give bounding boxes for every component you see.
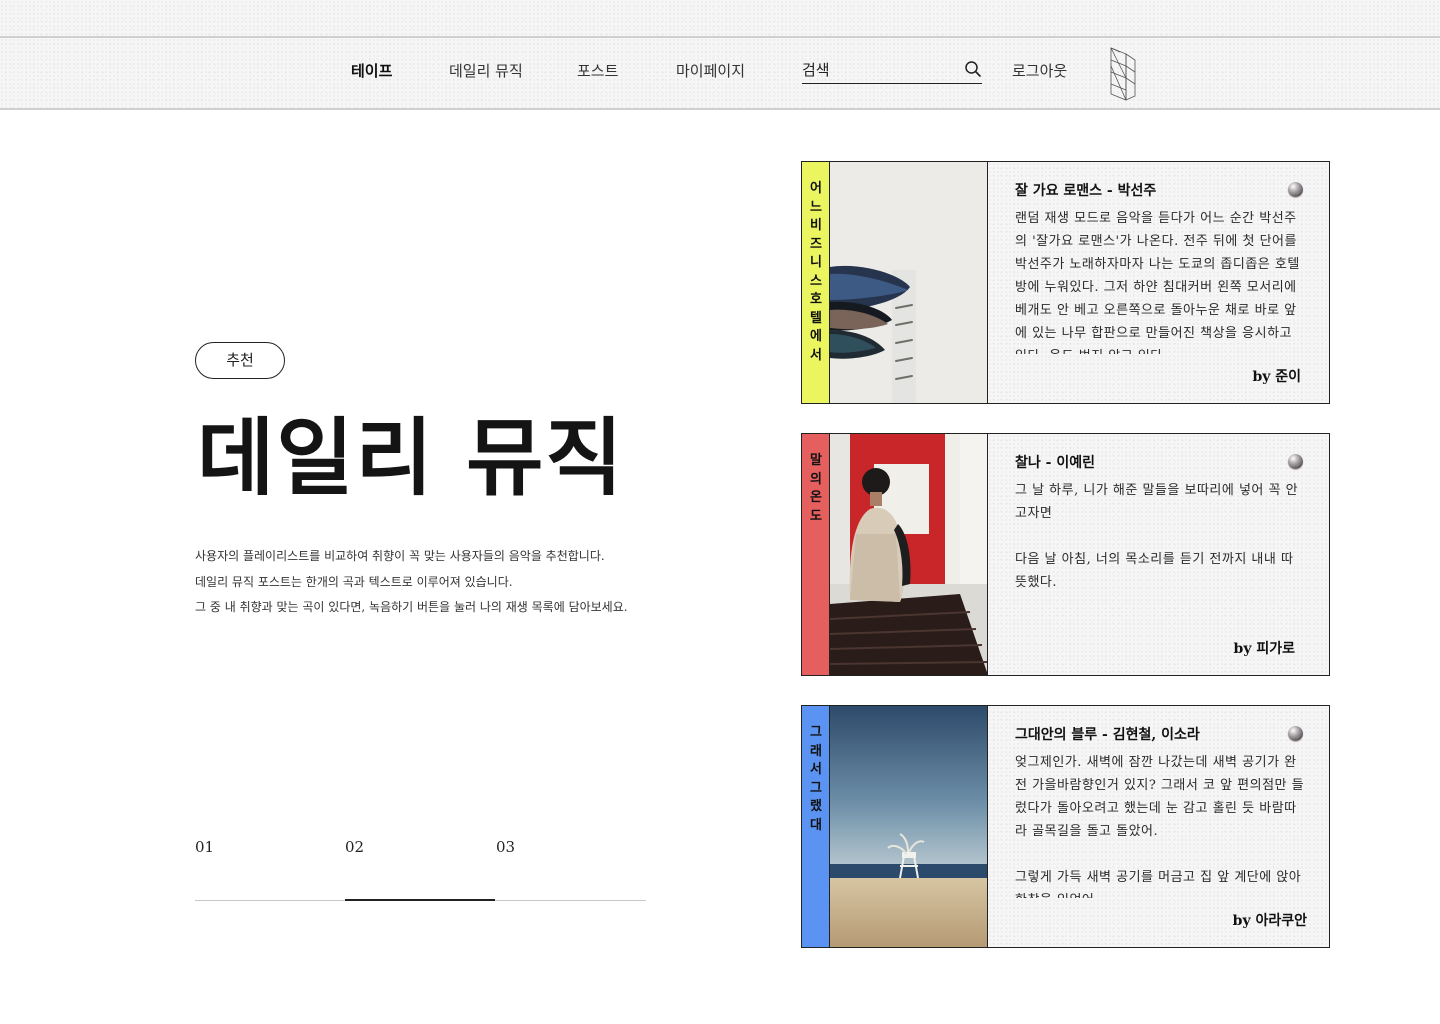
top-strip xyxy=(0,0,1440,36)
search-box xyxy=(802,58,982,84)
card-author: by 아라쿠안 xyxy=(1232,913,1307,929)
hero-description: 사용자의 플레이리스트를 비교하여 취향이 꼭 맞는 사용자들의 음악을 추천합… xyxy=(195,544,655,621)
card-side-label: 말의 온도 xyxy=(802,434,830,675)
search-input[interactable] xyxy=(802,58,952,82)
card-side-label: 어느 비즈니스 호텔에서 xyxy=(802,162,830,403)
play-button-icon[interactable] xyxy=(1288,182,1303,197)
play-button-icon[interactable] xyxy=(1288,726,1303,741)
song-title: 찰나 - 이예린 xyxy=(1015,455,1095,471)
search-icon[interactable] xyxy=(964,60,982,78)
slide-pager: 01 02 03 xyxy=(195,838,646,902)
music-card[interactable]: 말의 온도 찰나 - 이예린 그 날 하루, 니가 해준 말들을 보따리에 넣어… xyxy=(801,433,1330,676)
logout-link[interactable]: 로그아웃 xyxy=(1012,60,1067,81)
card-body: 그대안의 블루 - 김현철, 이소라 엊그제인가. 새벽에 잠깐 나갔는데 새벽… xyxy=(988,706,1329,947)
recommend-tag: 추천 xyxy=(195,342,285,379)
description-line: 그 중 내 취향과 맞는 곡이 있다면, 녹음하기 버튼을 눌러 나의 재생 목… xyxy=(195,600,628,614)
card-text: 그 날 하루, 니가 해준 말들을 보따리에 넣어 꼭 안고자면 다음 날 아침… xyxy=(1015,483,1299,590)
music-card[interactable]: 어느 비즈니스 호텔에서 잘 가요 로맨스 - 박선주 랜덤 재생 모드로 음악… xyxy=(801,161,1330,404)
logo-icon[interactable] xyxy=(1108,46,1138,102)
pager-item-03[interactable]: 03 xyxy=(496,838,515,856)
page-title: 데일리 뮤직 xyxy=(197,408,625,507)
card-side-title: 어느 비즈니스 호텔에서 xyxy=(810,181,827,363)
pager-item-01[interactable]: 01 xyxy=(195,838,214,856)
nav-item-tape[interactable]: 테이프 xyxy=(351,60,392,81)
pager-active-indicator xyxy=(345,899,495,901)
top-navigation: 테이프 데일리 뮤직 포스트 마이페이지 로그아웃 xyxy=(0,36,1440,110)
card-side-title: 말의 온도 xyxy=(810,453,827,524)
nav-item-mypage[interactable]: 마이페이지 xyxy=(676,60,745,81)
card-photo-coats xyxy=(830,162,988,403)
card-photo-beach xyxy=(830,706,988,947)
card-body: 잘 가요 로맨스 - 박선주 랜덤 재생 모드로 음악을 듣다가 어느 순간 박… xyxy=(988,162,1329,403)
song-title: 잘 가요 로맨스 - 박선주 xyxy=(1015,183,1157,199)
card-text: 엊그제인가. 새벽에 잠깐 나갔는데 새벽 공기가 완전 가을바람향인거 있지?… xyxy=(1015,755,1305,898)
card-text: 랜덤 재생 모드로 음악을 듣다가 어느 순간 박선주의 '잘가요 로맨스'가 … xyxy=(1015,211,1300,354)
card-author: by 준이 xyxy=(1252,369,1301,385)
description-line: 사용자의 플레이리스트를 비교하여 취향이 꼭 맞는 사용자들의 음악을 추천합… xyxy=(195,549,605,563)
song-title: 그대안의 블루 - 김현철, 이소라 xyxy=(1015,727,1200,743)
card-photo-woman-bench xyxy=(830,434,988,675)
card-side-label: 그래서 그랬대 xyxy=(802,706,830,947)
description-line: 데일리 뮤직 포스트는 한개의 곡과 텍스트로 이루어져 있습니다. xyxy=(195,574,513,589)
card-body: 찰나 - 이예린 그 날 하루, 니가 해준 말들을 보따리에 넣어 꼭 안고자… xyxy=(988,434,1329,675)
card-side-title: 그래서 그랬대 xyxy=(810,725,827,833)
card-author: by 피가로 xyxy=(1233,641,1295,657)
pager-item-02[interactable]: 02 xyxy=(345,838,364,856)
nav-item-post[interactable]: 포스트 xyxy=(577,60,618,81)
play-button-icon[interactable] xyxy=(1288,454,1303,469)
nav-item-daily-music[interactable]: 데일리 뮤직 xyxy=(449,60,523,81)
music-card[interactable]: 그래서 그랬대 그대안의 블루 - 김현철, 이소라 엊그제인가. 새벽에 잠깐… xyxy=(801,705,1330,948)
